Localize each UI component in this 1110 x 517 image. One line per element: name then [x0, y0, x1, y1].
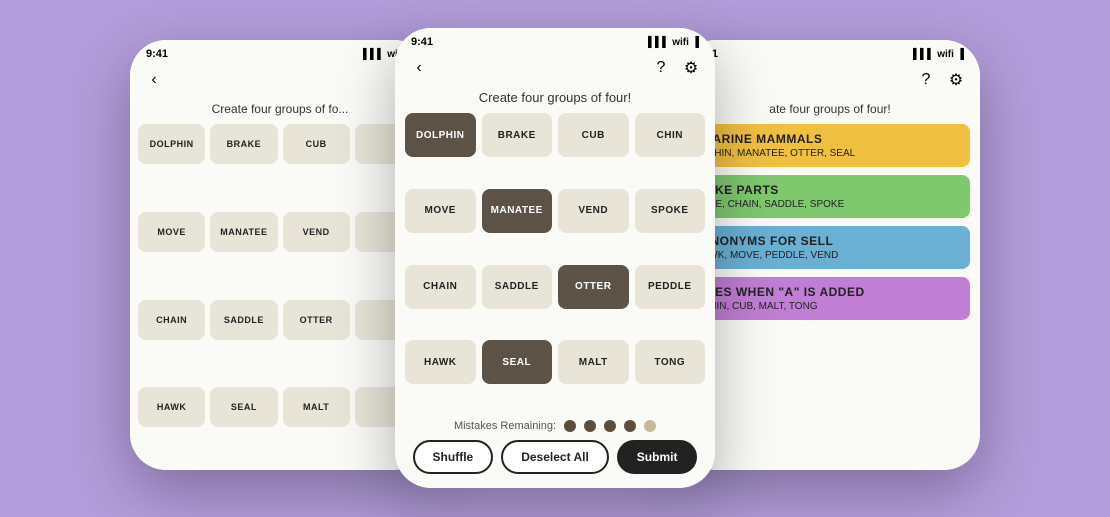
settings-icon-c[interactable]: ⚙	[681, 58, 701, 78]
dot-5	[644, 420, 656, 432]
status-icons-center: ▌▌▌ wifi ▐	[648, 37, 699, 48]
wifi-icon-c: wifi	[672, 37, 689, 48]
signal-icon-r: ▌▌▌	[913, 49, 934, 60]
tile-vend-c[interactable]: VEND	[558, 189, 629, 233]
dot-1	[564, 420, 576, 432]
ries-words: CHIN, CUB, MALT, TONG	[702, 301, 958, 312]
results-view: MARINE MAMMALS LPHIN, MANATEE, OTTER, SE…	[680, 124, 980, 320]
result-card-bike: BIKE PARTS AKE, CHAIN, SADDLE, SPOKE	[690, 175, 970, 218]
dot-2	[584, 420, 596, 432]
settings-icon-r[interactable]: ⚙	[946, 70, 966, 90]
tile-move-c[interactable]: MOVE	[405, 189, 476, 233]
marine-title: MARINE MAMMALS	[702, 132, 958, 146]
word-grid-left: DOLPHIN BRAKE CUB MOVE MANATEE VEND CHAI…	[130, 124, 430, 470]
bottom-buttons: Shuffle Deselect All Submit	[395, 440, 715, 488]
tile-brake-l[interactable]: BRAKE	[210, 124, 277, 164]
tile-chain-l[interactable]: CHAIN	[138, 300, 205, 340]
status-bar-center: 9:41 ▌▌▌ wifi ▐	[395, 28, 715, 52]
tile-dolphin-l[interactable]: DOLPHIN	[138, 124, 205, 164]
nav-bar-center: ‹ ? ⚙	[395, 52, 715, 84]
nav-right-center: ? ⚙	[651, 58, 701, 78]
phone-right: 9:41 ▌▌▌ wifi ▐ ? ⚙ ate four groups of f…	[680, 40, 980, 470]
tile-saddle-c[interactable]: SADDLE	[482, 265, 553, 309]
tile-malt-c[interactable]: MALT	[558, 340, 629, 384]
tile-malt-l[interactable]: MALT	[283, 387, 350, 427]
tile-chin-c[interactable]: CHIN	[635, 113, 706, 157]
result-card-synonyms: YNONYMS FOR SELL AWK, MOVE, PEDDLE, VEND	[690, 226, 970, 269]
synonyms-title: YNONYMS FOR SELL	[702, 234, 958, 248]
mistakes-label: Mistakes Remaining:	[454, 420, 556, 432]
help-icon-r[interactable]: ?	[916, 70, 936, 90]
time-center: 9:41	[411, 36, 433, 48]
tile-chain-c[interactable]: CHAIN	[405, 265, 476, 309]
nav-right-icons: ? ⚙	[916, 70, 966, 90]
result-card-marine: MARINE MAMMALS LPHIN, MANATEE, OTTER, SE…	[690, 124, 970, 167]
game-title-left: Create four groups of fo...	[130, 96, 430, 124]
nav-bar-left: ‹	[130, 64, 430, 96]
status-icons-right: ▌▌▌ wifi ▐	[913, 49, 964, 60]
tile-otter-l[interactable]: OTTER	[283, 300, 350, 340]
phone-left: 9:41 ▌▌▌ wifi ▐ ‹ Create four groups of …	[130, 40, 430, 470]
status-bar-right: 9:41 ▌▌▌ wifi ▐	[680, 40, 980, 64]
battery-icon-c: ▐	[692, 37, 699, 48]
tile-otter-c[interactable]: OTTER	[558, 265, 629, 309]
tile-seal-l[interactable]: SEAL	[210, 387, 277, 427]
game-title-right: ate four groups of four!	[680, 96, 980, 124]
tile-hawk-l[interactable]: HAWK	[138, 387, 205, 427]
status-bar-left: 9:41 ▌▌▌ wifi ▐	[130, 40, 430, 64]
tile-manatee-c[interactable]: MANATEE	[482, 189, 553, 233]
battery-icon-r: ▐	[957, 49, 964, 60]
back-icon-center[interactable]: ‹	[409, 58, 429, 78]
bike-words: AKE, CHAIN, SADDLE, SPOKE	[702, 199, 958, 210]
tile-saddle-l[interactable]: SADDLE	[210, 300, 277, 340]
shuffle-button[interactable]: Shuffle	[413, 440, 494, 474]
mistakes-row: Mistakes Remaining:	[395, 410, 715, 440]
help-icon-c[interactable]: ?	[651, 58, 671, 78]
back-icon-left[interactable]: ‹	[144, 70, 164, 90]
tile-move-l[interactable]: MOVE	[138, 212, 205, 252]
wifi-icon-r: wifi	[937, 49, 954, 60]
result-card-ries: RIES WHEN "A" IS ADDED CHIN, CUB, MALT, …	[690, 277, 970, 320]
synonyms-words: AWK, MOVE, PEDDLE, VEND	[702, 250, 958, 261]
tile-cub-c[interactable]: CUB	[558, 113, 629, 157]
word-grid-center: DOLPHIN BRAKE CUB CHIN MOVE MANATEE VEND…	[395, 113, 715, 410]
tile-seal-c[interactable]: SEAL	[482, 340, 553, 384]
deselect-all-button[interactable]: Deselect All	[501, 440, 609, 474]
tile-spoke-c[interactable]: SPOKE	[635, 189, 706, 233]
tile-cub-l[interactable]: CUB	[283, 124, 350, 164]
tile-brake-c[interactable]: BRAKE	[482, 113, 553, 157]
ries-title: RIES WHEN "A" IS ADDED	[702, 285, 958, 299]
tile-peddle-c[interactable]: PEDDLE	[635, 265, 706, 309]
tile-manatee-l[interactable]: MANATEE	[210, 212, 277, 252]
tile-vend-l[interactable]: VEND	[283, 212, 350, 252]
dot-4	[624, 420, 636, 432]
submit-button[interactable]: Submit	[617, 440, 698, 474]
marine-words: LPHIN, MANATEE, OTTER, SEAL	[702, 148, 958, 159]
time-left: 9:41	[146, 48, 168, 60]
signal-icon: ▌▌▌	[363, 49, 384, 60]
phone-center: 9:41 ▌▌▌ wifi ▐ ‹ ? ⚙ Create four groups…	[395, 28, 715, 488]
game-title-center: Create four groups of four!	[395, 84, 715, 113]
bike-title: BIKE PARTS	[702, 183, 958, 197]
tile-hawk-c[interactable]: HAWK	[405, 340, 476, 384]
dot-3	[604, 420, 616, 432]
signal-icon-c: ▌▌▌	[648, 37, 669, 48]
tile-tong-c[interactable]: TONG	[635, 340, 706, 384]
tile-dolphin-c[interactable]: DOLPHIN	[405, 113, 476, 157]
nav-bar-right: ? ⚙	[680, 64, 980, 96]
